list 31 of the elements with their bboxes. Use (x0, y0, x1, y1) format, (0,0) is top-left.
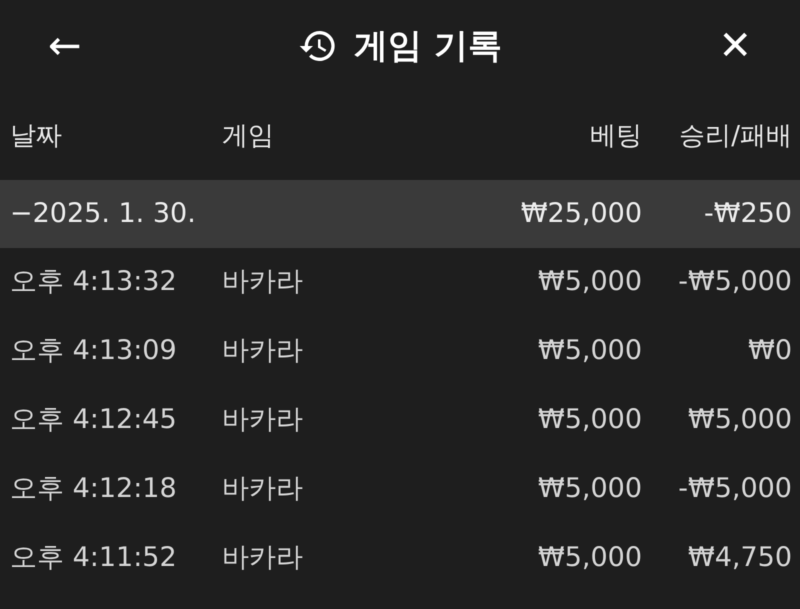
bet-cell-text: ₩5,000 (537, 403, 642, 438)
game-cell-text: 바카라 (222, 334, 304, 368)
time-cell-text: 오후 4:12:45 (10, 403, 178, 438)
result-cell-text: -₩5,000 (677, 472, 792, 506)
game-cell-text: 바카라 (222, 472, 304, 506)
bet-cell-text: ₩5,000 (537, 472, 642, 506)
time-cell-text: 오후 4:11:52 (10, 541, 178, 576)
bet-cell-text: ₩5,000 (537, 541, 642, 576)
game-cell-text: 바카라 (222, 541, 304, 576)
result-cell-text: ₩4,750 (687, 541, 792, 576)
result-cell-text: ₩0 (747, 334, 792, 368)
game-cell-text: 바카라 (222, 265, 304, 300)
column-header: 베팅 (589, 120, 642, 152)
group-result-total: -₩250 (703, 196, 792, 231)
time-cell-text: 오후 4:13:32 (10, 265, 178, 300)
column-header: 날짜 (10, 120, 63, 152)
result-cell-text: ₩5,000 (687, 403, 792, 438)
game-cell-text: 바카라 (222, 403, 304, 438)
column-header: 게임 (222, 120, 275, 152)
back-button[interactable]: ← (40, 26, 90, 66)
bet-cell-text: ₩5,000 (537, 334, 642, 368)
close-button[interactable]: ✕ (710, 26, 760, 66)
column-header: 승리/패배 (678, 120, 792, 152)
time-cell-text: 오후 4:12:18 (10, 472, 178, 506)
result-cell-text: -₩5,000 (677, 265, 792, 300)
screen-title: 게임 기록 (354, 24, 502, 68)
group-bet-total: ₩25,000 (520, 196, 642, 231)
time-cell-text: 오후 4:13:09 (10, 334, 178, 368)
date-group-row[interactable]: −2025. 1. 30. ₩25,000 -₩250 (0, 180, 800, 248)
bet-cell-text: ₩5,000 (537, 265, 642, 300)
group-date: −2025. 1. 30. (10, 196, 197, 231)
